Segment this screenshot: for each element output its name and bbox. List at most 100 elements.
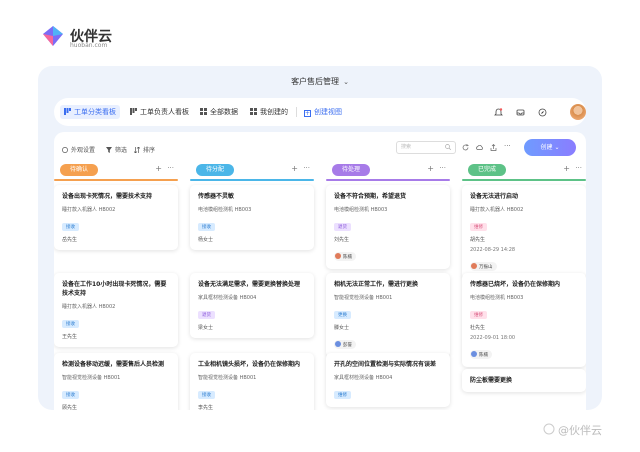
bell-icon[interactable] bbox=[494, 108, 503, 117]
appearance-settings-button[interactable]: 外观设置 bbox=[62, 145, 95, 154]
ticket-type-tag: 接收 bbox=[198, 223, 215, 231]
ticket-title: 传感器不灵敏 bbox=[198, 193, 235, 200]
column-status-pill[interactable]: 待分配 bbox=[196, 164, 235, 176]
cloud-upload-icon[interactable] bbox=[476, 144, 483, 151]
add-card-icon[interactable]: + bbox=[291, 164, 298, 173]
ticket-title: 防尘板需要更换 bbox=[470, 377, 513, 384]
search-input[interactable]: 搜索 bbox=[396, 141, 456, 154]
column-more-icon[interactable]: ··· bbox=[303, 164, 310, 172]
column-underline bbox=[462, 179, 586, 181]
customer-name: 杨女士 bbox=[198, 237, 214, 243]
assignee-avatar-icon bbox=[471, 263, 477, 269]
ticket-card[interactable]: 传感器不灵敏 电池模组检测机 HB003 接收 杨女士 bbox=[190, 185, 314, 250]
brand-domain: huoban.com bbox=[70, 42, 108, 49]
app-title[interactable]: 客户售后管理 ⌄ bbox=[38, 76, 602, 87]
assignee-name: 陈楠 bbox=[343, 255, 352, 260]
customer-name: 梁女士 bbox=[198, 325, 214, 331]
assignee-avatar-icon bbox=[335, 341, 341, 347]
column-status-pill[interactable]: 待处理 bbox=[332, 164, 371, 176]
device-name: 电池模组检测机 HB003 bbox=[334, 207, 388, 213]
add-card-icon[interactable]: + bbox=[155, 164, 162, 173]
compass-icon[interactable] bbox=[538, 108, 547, 117]
ticket-card[interactable]: 开孔的空间位置检测与实际情况有误差 家具框材检测设备 HB004 维修 bbox=[326, 353, 450, 407]
customer-name: 李先生 bbox=[198, 405, 214, 410]
column-more-icon[interactable]: ··· bbox=[439, 164, 446, 172]
assignee-chip[interactable]: 万振山 bbox=[470, 262, 497, 271]
ticket-card[interactable]: 设备不符合预期，希望退货 电池模组检测机 HB003 退货 刘先生 陈楠 bbox=[326, 185, 450, 269]
assignee-chip[interactable]: 陈楠 bbox=[470, 350, 492, 359]
create-view-button[interactable]: + 创建视图 bbox=[300, 105, 346, 119]
kanban-column: 待分配 + ··· 传感器不灵敏 电池模组检测机 HB003 接收 杨女士 设备无法满足需求，… bbox=[190, 162, 314, 410]
assignee-chip[interactable]: 陈楠 bbox=[334, 252, 356, 261]
watermark: @伙伴云 bbox=[558, 424, 602, 437]
ticket-card[interactable]: 相机无法正常工作，需进行更换 智能视觉检测设备 HB001 更换 滕女士 彭誉 bbox=[326, 273, 450, 357]
sort-button[interactable]: 排序 bbox=[134, 145, 155, 154]
ticket-card[interactable]: 检测设备移动迟缓，需要售后人员检测 智能视觉检测设备 HB001 接收 顾先生 bbox=[54, 353, 178, 410]
tab-ticket-owner-board[interactable]: 工单负责人看板 bbox=[126, 105, 193, 119]
ticket-title: 传感器已烧坏，设备仍在保修期内 bbox=[470, 281, 561, 288]
customer-name: 王先生 bbox=[62, 334, 78, 340]
ticket-card[interactable]: 传感器已烧坏，设备仍在保修期内 电池模组检测机 HB003 维修 杜先生 2022-09… bbox=[462, 273, 586, 367]
create-button[interactable]: 创建 ⌄ bbox=[524, 139, 576, 156]
column-more-icon[interactable]: ··· bbox=[167, 164, 174, 172]
avatar[interactable] bbox=[570, 104, 586, 120]
refresh-icon[interactable] bbox=[462, 144, 469, 151]
share-icon[interactable] bbox=[490, 144, 497, 151]
assignee-name: 彭誉 bbox=[343, 343, 352, 348]
device-name: 电池模组检测机 HB003 bbox=[470, 295, 524, 301]
plus-icon: + bbox=[304, 110, 311, 117]
ticket-title: 设备不符合预期，希望退货 bbox=[334, 193, 407, 200]
more-icon[interactable]: ··· bbox=[504, 142, 511, 150]
ticket-title: 工业相机镜头损坏，设备仍在保修期内 bbox=[198, 361, 301, 368]
device-name: 家具框材检测设备 HB004 bbox=[198, 295, 257, 301]
sort-icon bbox=[134, 147, 140, 153]
customer-name: 滕女士 bbox=[334, 325, 350, 331]
column-underline bbox=[190, 179, 314, 181]
add-card-icon[interactable]: + bbox=[563, 164, 570, 173]
ticket-date: 2022-09-01 18:00 bbox=[470, 335, 516, 341]
device-name: 睡打款入机器人 HB002 bbox=[470, 207, 524, 213]
grid-icon bbox=[200, 108, 207, 115]
grid-icon bbox=[250, 108, 257, 115]
kanban-board: 外观设置 筛选 排序 搜索 ··· 创建 ⌄ 待确认 + ··· 设备出现卡死情况，需… bbox=[54, 132, 586, 410]
kanban-icon bbox=[64, 108, 71, 115]
app-window: 客户售后管理 ⌄ 工单分类看板 工单负责人看板 全部数据 我创建的 + 创建视图 外… bbox=[38, 66, 602, 410]
assignee-chip[interactable]: 彭誉 bbox=[334, 340, 356, 349]
column-underline bbox=[326, 179, 450, 181]
filter-button[interactable]: 筛选 bbox=[106, 145, 127, 154]
ticket-type-tag: 接收 bbox=[62, 223, 79, 231]
assignee-name: 万振山 bbox=[479, 265, 493, 270]
tab-ticket-category-board[interactable]: 工单分类看板 bbox=[60, 105, 120, 119]
ticket-type-tag: 更换 bbox=[334, 311, 351, 319]
assignee-avatar-icon bbox=[471, 351, 477, 357]
assignee-name: 陈楠 bbox=[479, 353, 488, 358]
ticket-card[interactable]: 设备在工作10小时出现卡死情况，需要技术支持 睡打款入机器人 HB002 接收 王先生 bbox=[54, 273, 178, 347]
ticket-card[interactable]: 工业相机镜头损坏，设备仍在保修期内 智能视觉检测设备 HB001 接收李先生 bbox=[190, 353, 314, 410]
column-status-pill[interactable]: 待确认 bbox=[60, 164, 99, 176]
add-card-icon[interactable]: + bbox=[427, 164, 434, 173]
ticket-type-tag: 接收 bbox=[198, 391, 215, 399]
device-name: 智能视觉检测设备 HB001 bbox=[198, 375, 257, 381]
ticket-card[interactable]: 设备出现卡死情况，需要技术支持 睡打款入机器人 HB002 接收 岳先生 bbox=[54, 185, 178, 250]
device-name: 智能视觉检测设备 HB001 bbox=[62, 375, 121, 381]
ticket-type-tag: 退货 bbox=[198, 311, 215, 319]
tab-created-by-me[interactable]: 我创建的 bbox=[246, 105, 292, 119]
ticket-card[interactable]: 防尘板需要更换 bbox=[462, 369, 586, 392]
ticket-type-tag: 维修 bbox=[470, 311, 487, 319]
tab-all-data[interactable]: 全部数据 bbox=[196, 105, 242, 119]
column-more-icon[interactable]: ··· bbox=[575, 164, 582, 172]
ticket-title: 相机无法正常工作，需进行更换 bbox=[334, 281, 419, 288]
ticket-title: 设备在工作10小时出现卡死情况，需要技术支持 bbox=[62, 281, 167, 297]
customer-name: 胡先生 bbox=[470, 237, 486, 243]
ticket-card[interactable]: 设备无法满足需求，需要更换替换处理 家具框材检测设备 HB004 退货 梁女士 bbox=[190, 273, 314, 338]
column-status-pill[interactable]: 已完成 bbox=[468, 164, 507, 176]
ticket-type-tag: 接收 bbox=[62, 320, 79, 328]
palette-icon bbox=[62, 147, 68, 153]
ticket-title: 设备无法进行启动 bbox=[470, 193, 519, 200]
ticket-card[interactable]: 设备无法进行启动 睡打款入机器人 HB002 维修 胡先生 2022-08-29 14:… bbox=[462, 185, 586, 279]
assignee-avatar-icon bbox=[335, 253, 341, 259]
column-header: 已完成 + ··· bbox=[462, 162, 586, 181]
ticket-type-tag: 维修 bbox=[334, 391, 351, 399]
inbox-icon[interactable] bbox=[516, 108, 525, 117]
column-underline bbox=[54, 179, 178, 181]
